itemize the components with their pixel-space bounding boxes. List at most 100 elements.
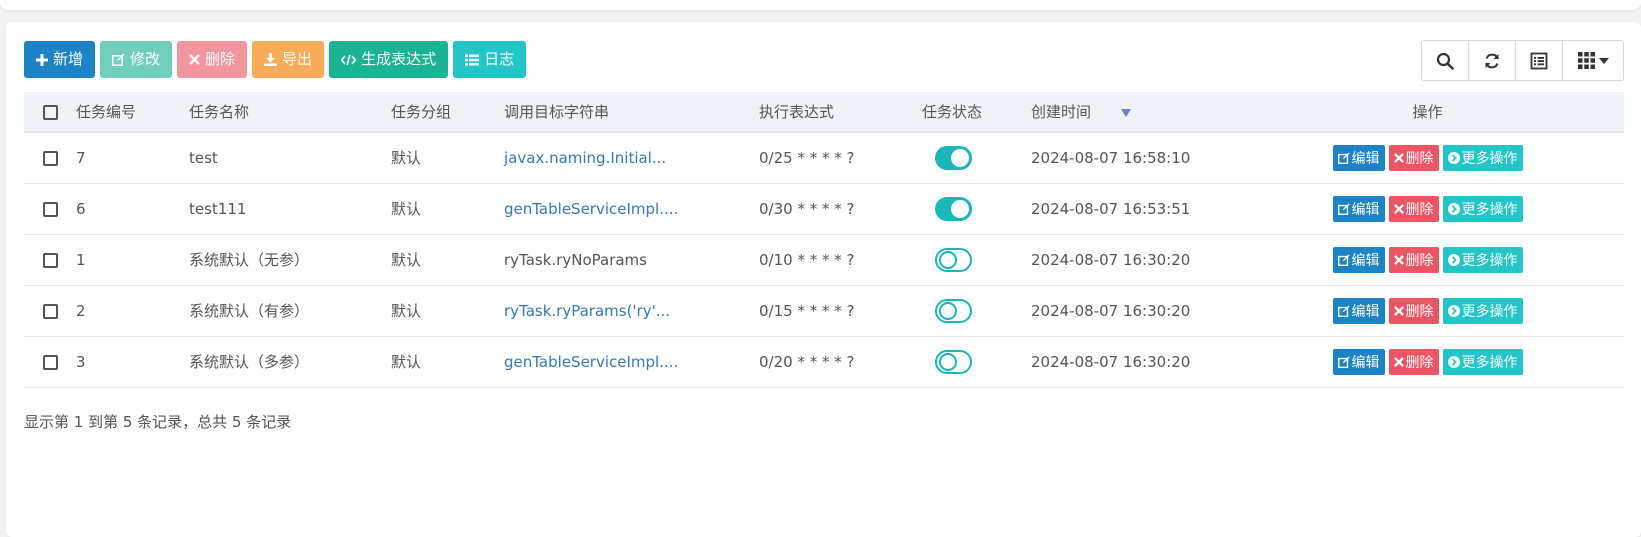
status-toggle[interactable] xyxy=(935,145,972,170)
job-id-cell: 7 xyxy=(76,148,86,167)
generate-cron-button-label: 生成表达式 xyxy=(361,50,437,68)
caret-down-icon xyxy=(1598,57,1609,64)
refresh-icon xyxy=(1485,53,1499,68)
row-more-button[interactable]: 更多操作 xyxy=(1442,144,1523,171)
invoke-target-cell[interactable]: ryTask.ryParams('ry'... xyxy=(504,285,759,336)
row-edit-label: 编辑 xyxy=(1351,252,1380,269)
header-job-name[interactable]: 任务名称 xyxy=(189,92,391,132)
status-toggle[interactable] xyxy=(935,349,972,374)
row-more-label: 更多操作 xyxy=(1461,201,1518,218)
edit-icon xyxy=(1337,355,1350,368)
add-button[interactable]: 新增 xyxy=(24,41,96,78)
export-button[interactable]: 导出 xyxy=(252,41,325,78)
row-delete-button[interactable]: 删除 xyxy=(1388,348,1439,375)
header-select-all[interactable] xyxy=(24,92,76,132)
row-edit-label: 编辑 xyxy=(1351,354,1380,371)
chevron-circle-right-icon xyxy=(1447,304,1460,317)
job-id-cell: 1 xyxy=(76,250,86,269)
invoke-target-cell[interactable]: genTableServiceImpl.... xyxy=(504,336,759,387)
log-button[interactable]: 日志 xyxy=(453,41,527,78)
row-checkbox[interactable] xyxy=(42,354,58,370)
header-cron-expression[interactable]: 执行表达式 xyxy=(759,92,922,132)
th-icon xyxy=(1577,52,1595,69)
job-id-cell: 2 xyxy=(76,301,86,320)
row-edit-button[interactable]: 编辑 xyxy=(1332,348,1385,375)
times-icon xyxy=(1393,254,1404,265)
header-job-id[interactable]: 任务编号 xyxy=(76,92,189,132)
toggle-view-button[interactable] xyxy=(1516,41,1563,80)
row-more-label: 更多操作 xyxy=(1461,252,1518,269)
edit-icon xyxy=(1337,253,1350,266)
cron-expression-cell: 0/30 * * * * ? xyxy=(759,199,855,218)
table-row: 6 test111 默认 genTableServiceImpl.... 0/3… xyxy=(24,183,1624,234)
job-table: 任务编号 任务名称 任务分组 调用目标字符串 执行表达式 任务状态 创建时间 操… xyxy=(24,92,1624,388)
row-checkbox[interactable] xyxy=(42,252,58,268)
job-group-cell: 默认 xyxy=(391,353,422,371)
status-toggle[interactable] xyxy=(935,247,972,272)
row-more-button[interactable]: 更多操作 xyxy=(1442,246,1523,273)
cron-expression-cell: 0/25 * * * * ? xyxy=(759,148,855,167)
job-group-cell: 默认 xyxy=(391,200,422,218)
row-more-button[interactable]: 更多操作 xyxy=(1442,348,1523,375)
edit-button-label: 修改 xyxy=(130,50,161,68)
row-more-label: 更多操作 xyxy=(1461,150,1518,167)
row-actions: 编辑 删除 更多操作 xyxy=(1332,348,1523,375)
job-status-cell xyxy=(922,183,1031,234)
job-id-cell: 3 xyxy=(76,352,86,371)
select-all-checkbox[interactable] xyxy=(42,104,58,120)
row-delete-button[interactable]: 删除 xyxy=(1388,246,1439,273)
status-toggle[interactable] xyxy=(935,196,972,221)
refresh-button[interactable] xyxy=(1469,41,1516,80)
job-name-cell: test xyxy=(189,148,218,167)
job-name-cell: 系统默认（无参） xyxy=(189,251,310,269)
row-edit-button[interactable]: 编辑 xyxy=(1332,195,1385,222)
create-time-cell: 2024-08-07 16:30:20 xyxy=(1031,250,1191,269)
row-edit-label: 编辑 xyxy=(1351,201,1380,218)
status-toggle[interactable] xyxy=(935,298,972,323)
generate-cron-button[interactable]: 生成表达式 xyxy=(329,41,449,78)
job-group-cell: 默认 xyxy=(391,149,422,167)
operations-cell: 编辑 删除 更多操作 xyxy=(1231,285,1624,336)
times-icon xyxy=(189,54,200,65)
row-edit-button[interactable]: 编辑 xyxy=(1332,246,1385,273)
delete-button[interactable]: 删除 xyxy=(177,41,248,78)
header-create-time[interactable]: 创建时间 xyxy=(1031,92,1231,132)
row-more-label: 更多操作 xyxy=(1461,354,1518,371)
table-row: 1 系统默认（无参） 默认 ryTask.ryNoParams 0/10 * *… xyxy=(24,234,1624,285)
export-button-label: 导出 xyxy=(282,50,313,68)
chevron-circle-right-icon xyxy=(1447,202,1460,215)
row-checkbox[interactable] xyxy=(42,201,58,217)
row-checkbox[interactable] xyxy=(42,150,58,166)
invoke-target-cell[interactable]: genTableServiceImpl.... xyxy=(504,183,759,234)
times-icon xyxy=(1393,152,1404,163)
row-delete-button[interactable]: 删除 xyxy=(1388,144,1439,171)
row-select-cell xyxy=(24,132,76,183)
row-edit-button[interactable]: 编辑 xyxy=(1332,144,1385,171)
row-delete-label: 删除 xyxy=(1405,252,1434,269)
row-more-button[interactable]: 更多操作 xyxy=(1442,297,1523,324)
row-delete-label: 删除 xyxy=(1405,354,1434,371)
edit-button[interactable]: 修改 xyxy=(100,41,173,78)
table-row: 7 test 默认 javax.naming.Initial... 0/25 *… xyxy=(24,132,1624,183)
columns-dropdown-button[interactable] xyxy=(1563,41,1623,80)
row-edit-label: 编辑 xyxy=(1351,303,1380,320)
row-delete-button[interactable]: 删除 xyxy=(1388,195,1439,222)
header-invoke-target[interactable]: 调用目标字符串 xyxy=(504,92,759,132)
header-job-status[interactable]: 任务状态 xyxy=(922,92,1031,132)
row-checkbox[interactable] xyxy=(42,303,58,319)
times-icon xyxy=(1393,356,1404,367)
cron-expression-cell: 0/10 * * * * ? xyxy=(759,250,855,269)
download-icon xyxy=(264,53,278,66)
row-select-cell xyxy=(24,336,76,387)
times-icon xyxy=(1393,305,1404,316)
row-delete-button[interactable]: 删除 xyxy=(1388,297,1439,324)
header-job-group[interactable]: 任务分组 xyxy=(391,92,504,132)
header-create-time-label: 创建时间 xyxy=(1031,103,1092,122)
search-toggle-button[interactable] xyxy=(1422,41,1469,80)
invoke-target-cell[interactable]: javax.naming.Initial... xyxy=(504,132,759,183)
invoke-target-cell: ryTask.ryNoParams xyxy=(504,250,647,269)
row-actions: 编辑 删除 更多操作 xyxy=(1332,144,1523,171)
list-icon xyxy=(465,54,480,65)
row-edit-button[interactable]: 编辑 xyxy=(1332,297,1385,324)
row-more-button[interactable]: 更多操作 xyxy=(1442,195,1523,222)
